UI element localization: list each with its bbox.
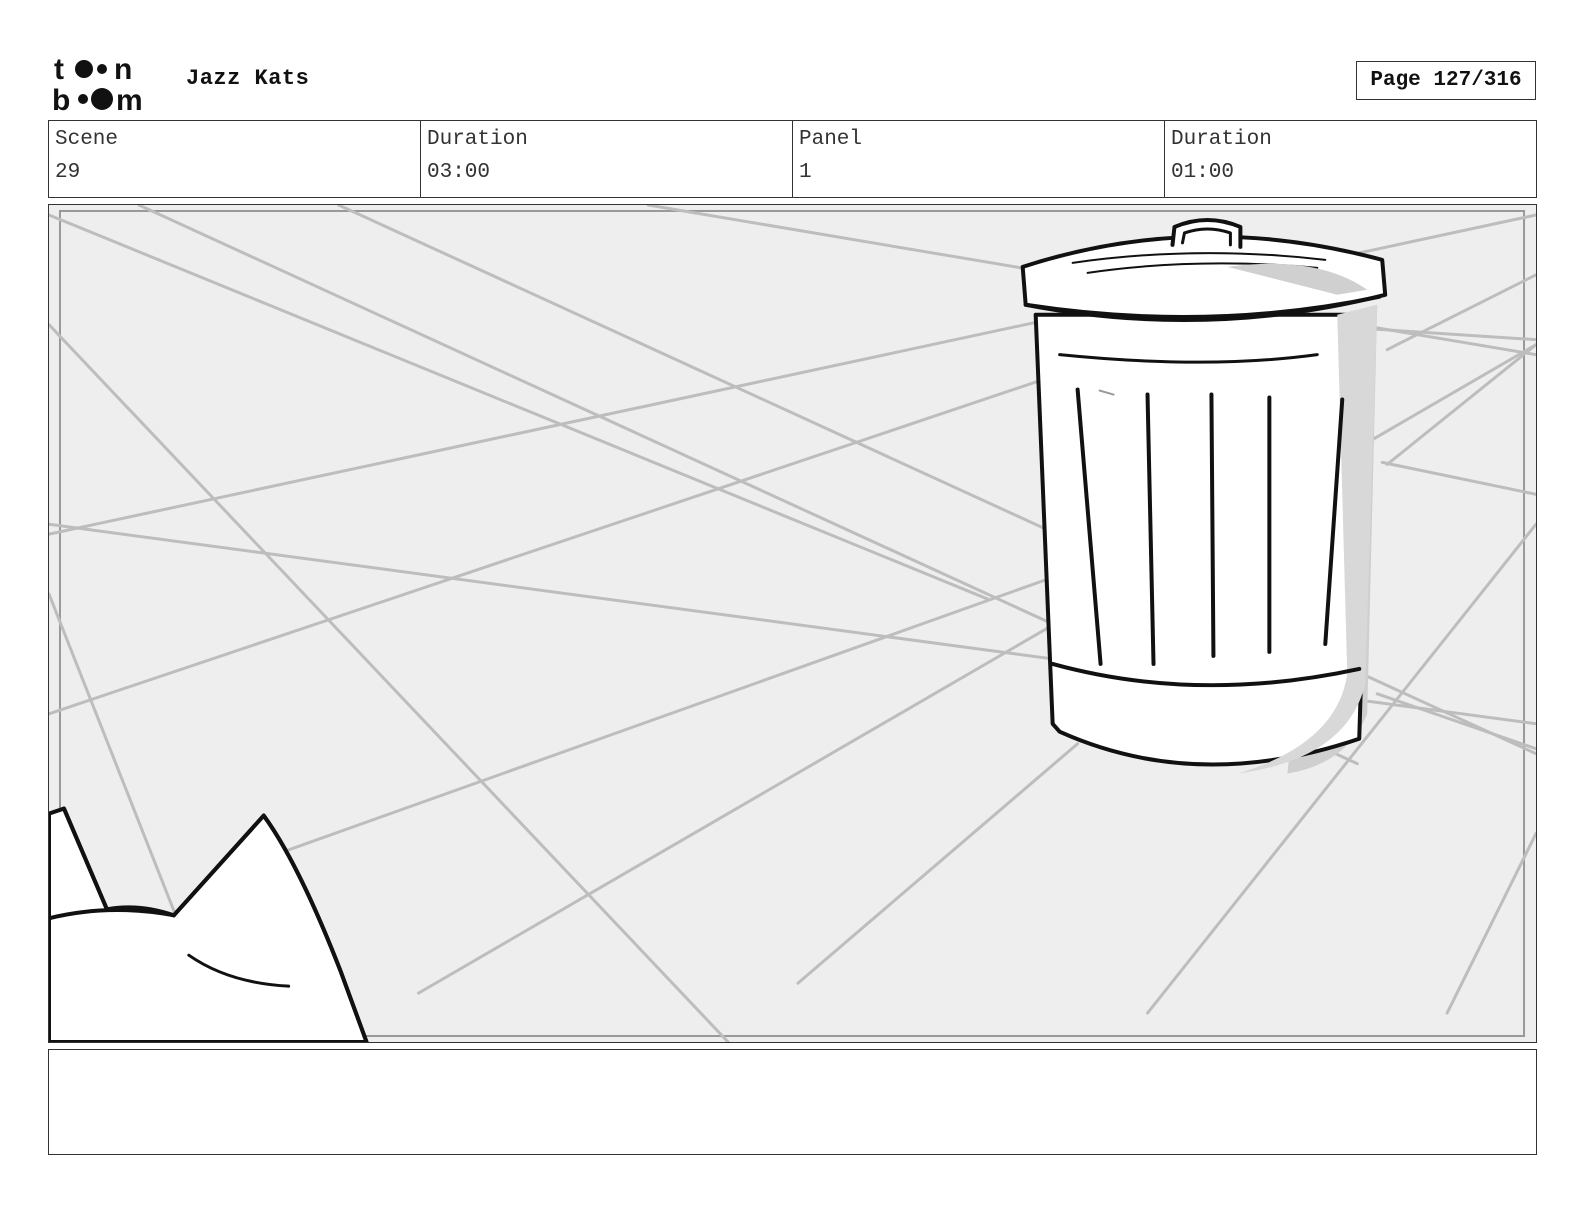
svg-text:t: t xyxy=(54,53,64,86)
scene-cell: Scene 29 xyxy=(49,121,421,197)
panel-duration-label: Duration xyxy=(1171,128,1272,151)
scene-value: 29 xyxy=(55,161,81,184)
scene-info-table: Scene 29 Duration 03:00 Panel 1 Duration… xyxy=(48,120,1537,198)
panel-duration-cell: Duration 01:00 xyxy=(1165,121,1536,197)
scene-duration-value: 03:00 xyxy=(427,161,491,184)
scene-duration-label: Duration xyxy=(427,128,528,151)
scene-label: Scene xyxy=(55,128,119,151)
page-indicator: Page 127/316 xyxy=(1356,61,1536,100)
svg-text:b: b xyxy=(52,84,70,112)
panel-notes-box xyxy=(48,1049,1537,1155)
scene-duration-cell: Duration 03:00 xyxy=(421,121,793,197)
panel-value: 1 xyxy=(799,161,812,184)
storyboard-sketch-icon xyxy=(49,205,1536,1042)
svg-text:m: m xyxy=(116,84,143,112)
panel-duration-value: 01:00 xyxy=(1171,161,1235,184)
project-title: Jazz Kats xyxy=(186,66,310,91)
toonboom-logo-icon: t n b m xyxy=(52,53,143,112)
storyboard-panel xyxy=(48,204,1537,1043)
panel-label: Panel xyxy=(799,128,863,151)
svg-text:n: n xyxy=(114,53,132,86)
panel-cell: Panel 1 xyxy=(793,121,1165,197)
